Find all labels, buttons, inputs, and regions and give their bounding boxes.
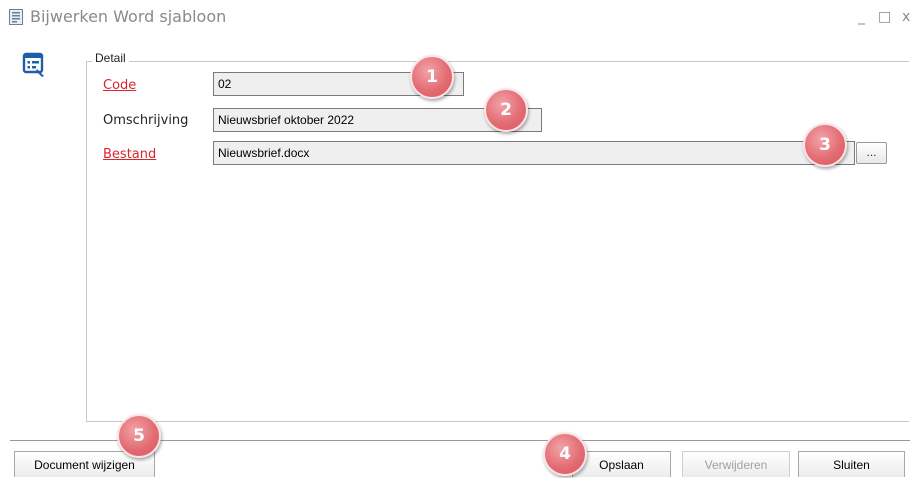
code-label[interactable]: Code	[103, 78, 136, 93]
detail-legend: Detail	[92, 51, 129, 65]
annotation-marker-1: 1	[410, 55, 454, 99]
bestand-label[interactable]: Bestand	[103, 147, 156, 162]
annotation-marker-3: 3	[803, 123, 847, 167]
document-icon	[9, 9, 23, 25]
verwijderen-button[interactable]: Verwijderen	[682, 451, 790, 477]
sluiten-button[interactable]: Sluiten	[798, 451, 905, 477]
omschrijving-label: Omschrijving	[103, 113, 189, 128]
maximize-button[interactable]: □	[878, 8, 891, 26]
window-title: Bijwerken Word sjabloon	[30, 7, 227, 26]
bestand-field[interactable]: Nieuwsbrief.docx	[213, 141, 855, 165]
annotation-marker-2: 2	[484, 88, 528, 132]
form-edit-icon	[22, 52, 44, 77]
minimize-button[interactable]: _	[858, 8, 865, 26]
browse-button[interactable]: ...	[856, 142, 887, 164]
annotation-marker-4: 4	[543, 432, 587, 476]
close-button[interactable]: x	[902, 8, 910, 26]
annotation-marker-5: 5	[117, 414, 161, 458]
title-bar: Bijwerken Word sjabloon _ □ x	[0, 0, 910, 36]
